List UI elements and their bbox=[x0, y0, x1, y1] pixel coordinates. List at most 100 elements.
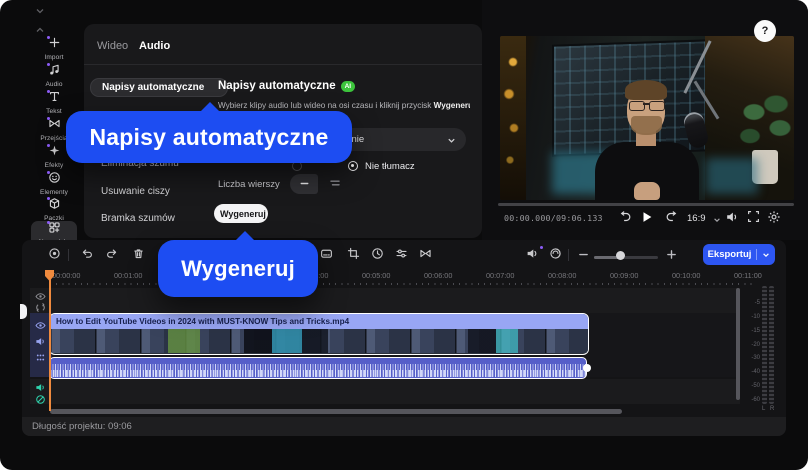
eye-icon[interactable] bbox=[35, 291, 46, 302]
rail-item-import[interactable]: Import bbox=[31, 36, 77, 62]
caption-icon[interactable] bbox=[320, 247, 336, 263]
single-line-button[interactable] bbox=[290, 174, 318, 194]
delete-icon[interactable] bbox=[132, 247, 148, 263]
double-line-button[interactable] bbox=[321, 174, 349, 194]
rail-item-label: Audio bbox=[45, 81, 63, 88]
chevron-down-icon[interactable] bbox=[713, 216, 721, 224]
ai-badge: AI bbox=[340, 80, 356, 92]
ruler-label: 00:06:00 bbox=[424, 271, 453, 280]
transition-icon[interactable] bbox=[419, 247, 435, 263]
new-feature-dot bbox=[46, 117, 50, 120]
new-feature-dot bbox=[46, 63, 50, 66]
audio-levels-icon[interactable] bbox=[526, 246, 543, 263]
zoom-slider-handle[interactable] bbox=[616, 251, 625, 260]
thumbnails-icon[interactable] bbox=[35, 352, 46, 363]
forward-icon[interactable] bbox=[665, 210, 681, 226]
db-label: -60 bbox=[751, 396, 760, 403]
audio-clip[interactable] bbox=[49, 357, 587, 379]
tools-icon bbox=[46, 221, 61, 234]
chevron-down-icon bbox=[447, 136, 456, 145]
ai-effects-icon[interactable] bbox=[549, 247, 565, 263]
chair-right bbox=[706, 158, 758, 194]
status-bar: Długość projektu: 09:06 bbox=[22, 417, 786, 436]
player-panel: ? 00:00.000/09:06.133 16:9 bbox=[482, 0, 808, 240]
meter-r-label: R bbox=[770, 406, 775, 412]
transitions-icon bbox=[46, 117, 61, 130]
empty-track-2[interactable] bbox=[30, 379, 740, 404]
callout-napisy-automatyczne: Napisy automatyczne bbox=[66, 102, 352, 163]
meter-bar-left bbox=[762, 286, 767, 404]
toolbar-divider bbox=[568, 249, 569, 261]
content-title: Napisy automatyczne AI bbox=[218, 80, 356, 92]
snap-icon[interactable] bbox=[48, 247, 64, 263]
capcut-app: Import Audio Tekst Przejścia Efekty Elementy P… bbox=[0, 0, 808, 470]
tabs-divider bbox=[84, 64, 482, 65]
person-hands bbox=[634, 182, 660, 200]
video-frame[interactable] bbox=[500, 36, 794, 200]
rail-item-tekst[interactable]: Tekst bbox=[31, 90, 77, 116]
ruler-label: 00:09:00 bbox=[610, 271, 639, 280]
rail-item-label: Efekty bbox=[44, 162, 64, 169]
generate-button[interactable]: Wygeneruj bbox=[214, 204, 268, 223]
zoom-out-icon[interactable] bbox=[578, 249, 594, 265]
fullscreen-icon[interactable] bbox=[747, 210, 763, 226]
menu-item-1[interactable]: Napisy automatyczne bbox=[90, 78, 228, 97]
rail-item-label: Tekst bbox=[46, 108, 62, 115]
help-button[interactable]: ? bbox=[754, 20, 776, 42]
volume-icon[interactable] bbox=[35, 382, 46, 393]
playhead-line bbox=[49, 271, 51, 411]
new-feature-dot bbox=[46, 36, 50, 39]
waveform-dense bbox=[50, 370, 586, 377]
person-hair bbox=[625, 80, 667, 100]
db-scale: -5 -10 -15 -20 -30 -40 -50 -60 bbox=[738, 300, 760, 403]
db-label: -15 bbox=[751, 327, 760, 334]
speed-icon[interactable] bbox=[371, 247, 387, 263]
glasses-right bbox=[649, 101, 665, 111]
volume-icon[interactable] bbox=[35, 336, 46, 347]
clip-trim-handle[interactable] bbox=[583, 364, 591, 372]
rail-item-audio[interactable]: Audio bbox=[31, 63, 77, 89]
settings-icon[interactable] bbox=[767, 210, 783, 226]
play-icon[interactable] bbox=[640, 210, 656, 226]
horizontal-scrollbar[interactable] bbox=[50, 409, 622, 414]
tab-wideo[interactable]: Wideo bbox=[97, 40, 128, 52]
mute-link-icon[interactable] bbox=[35, 394, 46, 405]
project-length: Długość projektu: 09:06 bbox=[32, 421, 132, 432]
tab-audio[interactable]: Audio bbox=[139, 40, 170, 52]
player-progress-bar[interactable] bbox=[498, 203, 794, 206]
aspect-ratio-select[interactable]: 16:9 bbox=[687, 213, 706, 224]
new-feature-dot bbox=[540, 246, 543, 249]
effects-icon bbox=[46, 144, 61, 157]
video-clip[interactable]: How to Edit YouTube Videos in 2024 with … bbox=[49, 313, 589, 355]
panel-edge-handle[interactable] bbox=[20, 304, 27, 319]
adjust-icon[interactable] bbox=[395, 247, 411, 263]
clip-title-bar: How to Edit YouTube Videos in 2024 with … bbox=[50, 314, 588, 329]
rail-item-elementy[interactable]: Elementy bbox=[31, 171, 77, 197]
export-button[interactable]: Eksportuj bbox=[703, 244, 775, 265]
no-translate-radio[interactable] bbox=[348, 161, 358, 171]
new-feature-dot bbox=[46, 90, 50, 93]
menu-item-5[interactable]: Bramka szumów bbox=[90, 210, 228, 229]
person-beard bbox=[631, 116, 662, 135]
undo-icon[interactable] bbox=[80, 247, 96, 263]
replay-icon[interactable] bbox=[618, 210, 634, 226]
loop-icon[interactable] bbox=[35, 302, 46, 313]
menu-item-4[interactable]: Usuwanie ciszy bbox=[90, 183, 228, 202]
eye-icon[interactable] bbox=[35, 320, 46, 331]
no-translate-label: Nie tłumacz bbox=[365, 161, 415, 172]
meter-l-label: L bbox=[762, 406, 766, 412]
rail-item-paczki[interactable]: Paczki bbox=[31, 197, 77, 223]
content-description: Wybierz klipy audio lub wideo na osi cza… bbox=[218, 101, 470, 110]
redo-icon[interactable] bbox=[106, 247, 122, 263]
new-feature-dot bbox=[46, 144, 50, 147]
volume-icon[interactable] bbox=[725, 210, 741, 226]
empty-track-1[interactable] bbox=[30, 288, 740, 313]
zoom-in-icon[interactable] bbox=[666, 249, 682, 265]
db-label: -30 bbox=[751, 355, 760, 362]
db-label: -50 bbox=[751, 383, 760, 390]
new-feature-dot bbox=[46, 221, 50, 224]
ruler-label: 00:10:00 bbox=[672, 271, 701, 280]
warm-lights bbox=[500, 36, 526, 200]
ruler-label: 00:08:00 bbox=[548, 271, 577, 280]
crop-icon[interactable] bbox=[347, 247, 363, 263]
